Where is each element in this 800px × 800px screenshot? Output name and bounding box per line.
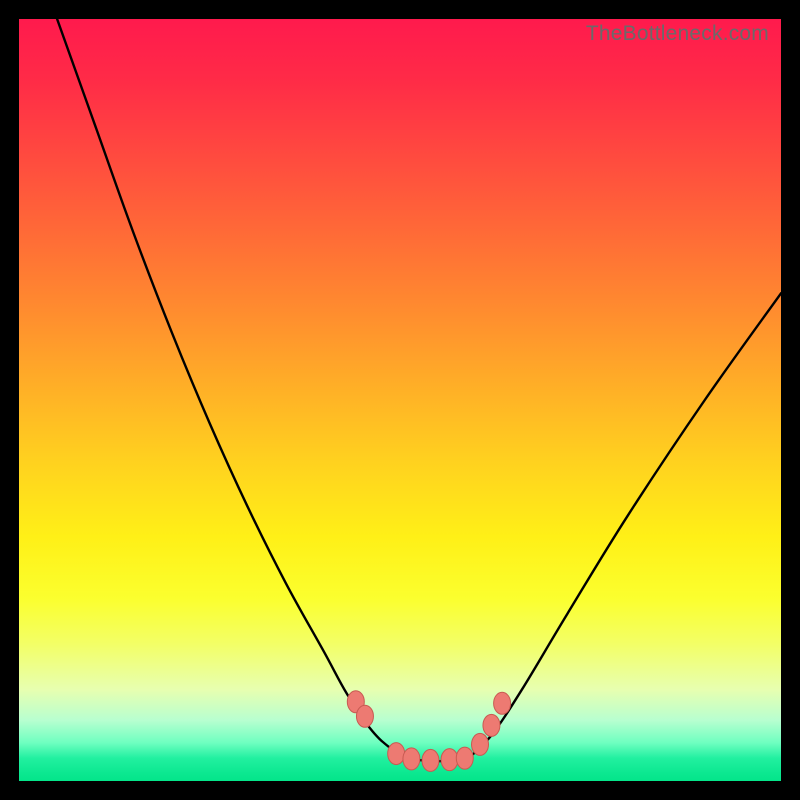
curve-left-branch bbox=[57, 19, 408, 758]
outer-frame: TheBottleneck.com bbox=[0, 0, 800, 800]
curve-right-branch bbox=[469, 293, 781, 758]
marker-dot bbox=[483, 714, 500, 736]
marker-dot bbox=[494, 692, 511, 714]
chart-svg bbox=[19, 19, 781, 781]
marker-dot bbox=[441, 749, 458, 771]
marker-dot bbox=[388, 743, 405, 765]
marker-dot bbox=[456, 747, 473, 769]
marker-dot bbox=[356, 705, 373, 727]
marker-dot bbox=[403, 748, 420, 770]
marker-dot bbox=[422, 749, 439, 771]
plot-area: TheBottleneck.com bbox=[19, 19, 781, 781]
marker-dot bbox=[472, 733, 489, 755]
